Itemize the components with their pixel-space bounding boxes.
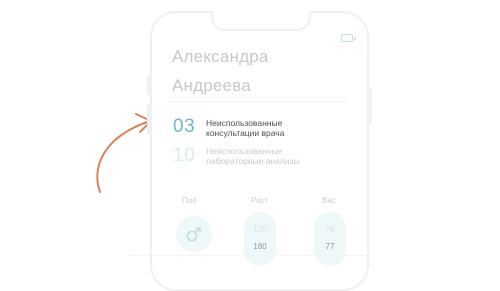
unused-consultations-count: 03: [173, 116, 196, 137]
weight-picker[interactable]: 76 77: [314, 212, 346, 266]
height-current-value: 180: [253, 242, 267, 251]
phone-notch: [211, 11, 311, 31]
label-line: Неиспользованные: [206, 118, 283, 128]
label-line: Неиспользованные: [206, 146, 283, 156]
sex-toggle[interactable]: [176, 216, 212, 252]
height-prev-value: 170: [253, 225, 267, 234]
phone-side-button: [147, 75, 150, 95]
unused-lab-tests-label[interactable]: Неиспользованные лабораторные анализы: [206, 146, 326, 166]
height-picker[interactable]: 170 180: [244, 212, 276, 266]
phone-side-button: [369, 88, 372, 124]
divider: [170, 101, 348, 102]
profile-first-name: Александра: [172, 47, 269, 66]
height-label: Рост: [251, 196, 269, 205]
app-preview: Александра Андреева 03 Неиспользованные …: [0, 0, 500, 291]
weight-label: Вес: [322, 196, 336, 205]
divider: [130, 255, 370, 256]
unused-consultations-label[interactable]: Неиспользованные консультации врача: [206, 118, 326, 138]
label-line: консультации врача: [206, 128, 285, 138]
sex-label: Пол: [182, 196, 197, 205]
weight-current-value: 77: [325, 242, 335, 251]
label-line: лабораторные анализы: [206, 156, 300, 166]
unused-lab-tests-count: 10: [173, 145, 196, 166]
battery-icon: [341, 34, 356, 42]
weight-prev-value: 76: [325, 225, 335, 234]
phone-side-button: [147, 104, 150, 134]
profile-last-name: Андреева: [172, 76, 251, 95]
male-symbol-icon: [186, 227, 201, 242]
